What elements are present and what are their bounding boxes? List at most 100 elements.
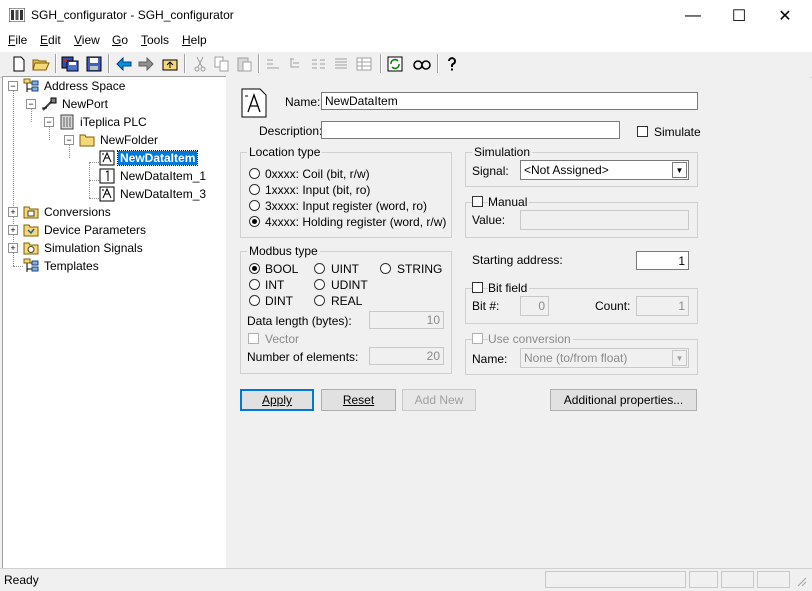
forward-icon[interactable] [136, 54, 156, 74]
tree-node-simulation-signals[interactable]: Simulation Signals [23, 239, 145, 256]
save-icon[interactable] [84, 54, 104, 74]
location-type-title: Location type [247, 145, 323, 159]
menu-help[interactable]: Help [182, 33, 207, 47]
tree-node-new-port[interactable]: NewPort [41, 95, 110, 112]
back-icon[interactable] [114, 54, 134, 74]
location-coil-label: 0xxxx: Coil (bit, r/w) [265, 167, 370, 181]
type-udint-radio[interactable] [314, 279, 325, 290]
tree-node-item-1[interactable]: NewDataItem_1 [99, 167, 208, 184]
tree-node-conversions[interactable]: Conversions [23, 203, 113, 220]
menu-file[interactable]: File [8, 33, 27, 47]
window-title: SGH_configurator - SGH_configurator [31, 8, 234, 22]
elements-input[interactable] [369, 347, 444, 365]
copy-icon[interactable] [212, 54, 232, 74]
expander-conversions[interactable]: + [8, 207, 18, 217]
type-int-radio[interactable] [249, 279, 260, 290]
type-real-radio[interactable] [314, 295, 325, 306]
tree-node-templates[interactable]: Templates [23, 257, 101, 274]
paste-icon[interactable] [234, 54, 254, 74]
bit-field-checkbox[interactable] [472, 282, 483, 293]
simulation-signals-folder-icon [23, 242, 39, 254]
location-input-register-radio[interactable] [249, 200, 260, 211]
tree-node-device-parameters[interactable]: Device Parameters [23, 221, 148, 238]
data-item-digital-icon [99, 168, 115, 183]
additional-properties-button[interactable]: Additional properties... [550, 389, 697, 411]
conversion-name-label: Name: [472, 352, 508, 366]
menu-go[interactable]: Go [112, 33, 128, 47]
device-parameters-folder-icon [23, 224, 39, 236]
tree-node-plc[interactable]: iTeplica PLC [59, 113, 149, 130]
add-new-button[interactable]: Add New [402, 389, 476, 411]
list-icon[interactable] [309, 54, 329, 74]
vector-checkbox[interactable] [248, 333, 259, 344]
use-conversion-checkbox[interactable] [472, 333, 483, 344]
data-length-input[interactable] [369, 311, 444, 329]
tree-node-item-3[interactable]: NewDataItem_3 [99, 185, 208, 202]
simulate-checkbox[interactable] [637, 126, 648, 137]
new-icon[interactable] [9, 54, 29, 74]
bit-number-input[interactable] [520, 296, 549, 316]
cut-icon[interactable] [190, 54, 210, 74]
description-input[interactable] [321, 121, 620, 139]
type-uint-radio[interactable] [314, 263, 325, 274]
close-icon: ✕ [778, 7, 792, 25]
expander-simulation-signals[interactable]: + [8, 243, 18, 253]
minimize-button[interactable]: — [670, 0, 716, 31]
help-icon[interactable] [442, 54, 462, 74]
manual-checkbox[interactable] [472, 196, 483, 207]
data-item-large-icon [241, 88, 267, 118]
starting-address-input[interactable] [636, 251, 689, 270]
location-holding-register-radio[interactable] [249, 216, 260, 227]
simulate-label: Simulate [654, 125, 701, 139]
type-dint-radio[interactable] [249, 295, 260, 306]
maximize-button[interactable]: ☐ [716, 0, 762, 31]
maximize-icon: ☐ [731, 7, 747, 25]
type-string-radio[interactable] [380, 263, 391, 274]
menu-tools[interactable]: Tools [141, 33, 169, 47]
save-all-icon[interactable] [60, 54, 80, 74]
tree-panel[interactable]: − Address Space − NewPort − iTeplica PLC… [2, 76, 228, 570]
apply-button[interactable]: Apply [240, 389, 314, 411]
status-panel [545, 571, 686, 588]
expander-plc[interactable]: − [44, 117, 54, 127]
tree-node-folder[interactable]: NewFolder [79, 131, 160, 148]
type-bool-radio[interactable] [249, 263, 260, 274]
details-icon[interactable] [331, 54, 351, 74]
tree-node-address-space[interactable]: Address Space [23, 77, 127, 94]
expander-new-port[interactable]: − [26, 99, 36, 109]
align-icon[interactable] [263, 54, 283, 74]
status-panel [721, 571, 754, 588]
grid-icon[interactable] [354, 54, 374, 74]
tree-icon[interactable] [286, 54, 306, 74]
simulation-title: Simulation [472, 145, 533, 159]
count-input[interactable] [636, 296, 689, 316]
menu-view[interactable]: View [74, 33, 100, 47]
conversion-select[interactable]: None (to/from float) ▼ [520, 348, 689, 368]
minimize-icon: — [685, 6, 701, 24]
close-button[interactable]: ✕ [762, 0, 808, 31]
manual-value-label: Value: [472, 213, 506, 227]
find-icon[interactable] [412, 54, 432, 74]
vector-label: Vector [265, 332, 300, 346]
refresh-icon[interactable] [385, 54, 405, 74]
data-length-label: Data length (bytes): [247, 314, 352, 328]
folder-icon [79, 134, 95, 146]
manual-value-input[interactable] [520, 210, 689, 230]
name-input[interactable] [321, 92, 698, 110]
open-icon[interactable] [31, 54, 51, 74]
menu-edit[interactable]: Edit [40, 33, 61, 47]
expander-address-space[interactable]: − [8, 81, 18, 91]
up-folder-icon[interactable] [160, 54, 180, 74]
tree-node-item-selected[interactable]: NewDataItem [99, 149, 199, 166]
location-input-radio[interactable] [249, 184, 260, 195]
reset-button[interactable]: Reset [321, 389, 396, 411]
expander-device-parameters[interactable]: + [8, 225, 18, 235]
resize-grip-icon[interactable] [795, 575, 807, 587]
location-coil-radio[interactable] [249, 168, 260, 179]
signal-select[interactable]: <Not Assigned> ▼ [520, 160, 689, 180]
chevron-down-icon: ▼ [672, 162, 687, 178]
expander-folder[interactable]: − [64, 135, 74, 145]
signal-label: Signal: [472, 164, 509, 178]
type-dint-label: DINT [265, 294, 293, 308]
app-icon [9, 8, 25, 22]
